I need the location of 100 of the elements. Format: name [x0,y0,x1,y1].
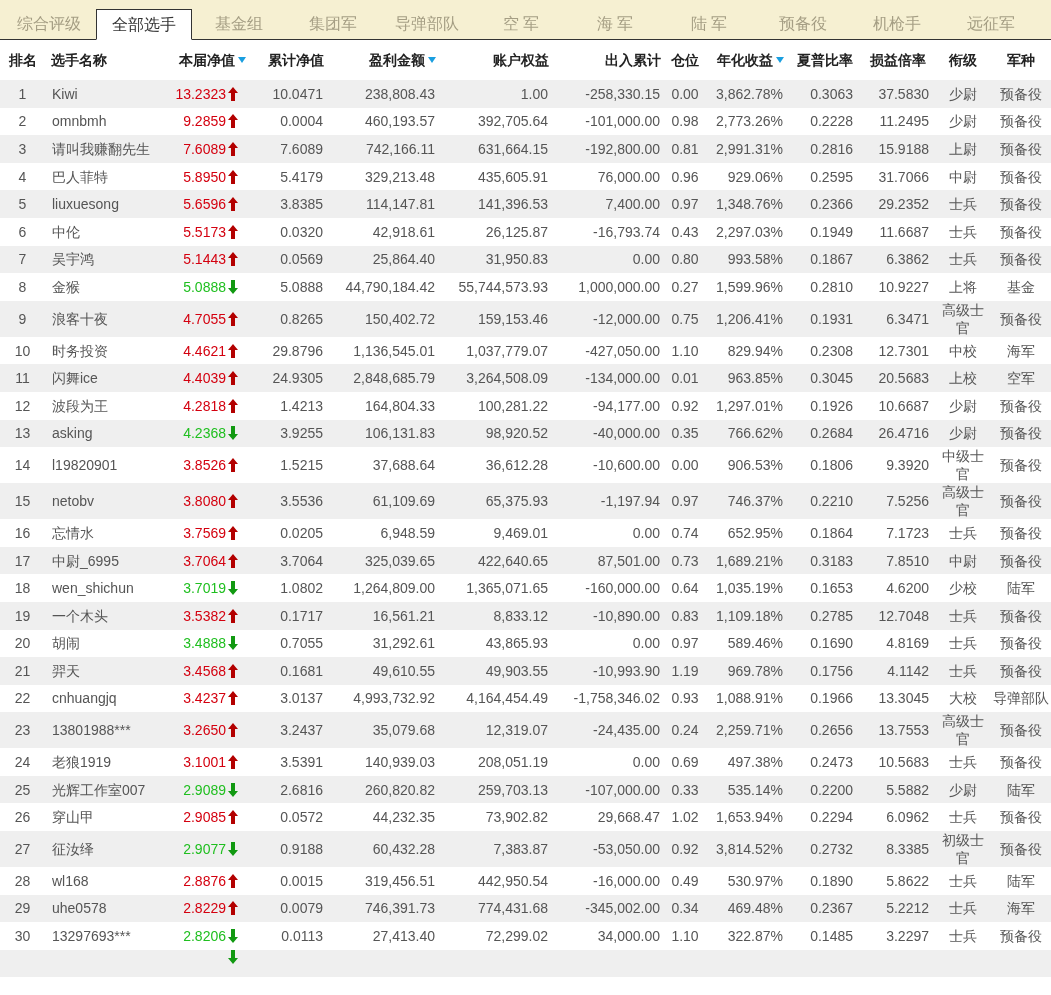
flow-cell: -160,000.00 [585,579,660,598]
tab[interactable]: 机枪手 [850,8,944,39]
profit-loss-ratio: 10.9227 [878,277,929,296]
flow-cell: -427,050.00 [585,341,660,360]
sharpe-ratio: 0.1890 [810,871,853,890]
tab[interactable]: 陆 军 [662,8,756,39]
sharpe-ratio: 0.2228 [810,112,853,131]
branch-cell: 预备役 [999,195,1042,214]
profit-cell: 329,213.48 [364,167,435,186]
net-value: 3.7569 [183,523,226,542]
net-value: 3.7064 [183,551,226,570]
tab[interactable]: 预备役 [756,8,850,39]
profit-loss-ratio: 6.3862 [886,250,929,269]
profit-loss-ratio: 5.2212 [886,899,929,918]
net-value: 5.1443 [183,250,226,269]
profit-cell: 150,402.72 [364,309,435,328]
player-name: cnhuangjq [52,689,117,708]
cumulative-value: 0.9188 [280,840,323,859]
annual-return: 3,862.78% [716,84,783,103]
column-header[interactable]: 本届净值 [179,49,246,71]
cumulative-value: 1.0802 [280,579,323,598]
grade-cell: 士兵 [948,195,977,214]
tab[interactable]: 空 军 [474,8,568,39]
grade-cell: 少尉 [948,780,977,799]
position-cell: 0.97 [671,492,699,511]
rank-cell: 18 [14,579,31,598]
branch-cell: 预备役 [999,112,1042,131]
sort-icon[interactable] [776,57,784,63]
cumulative-value: 3.7064 [280,551,323,570]
profit-loss-ratio: 8.3385 [886,840,929,859]
branch-cell: 导弹部队 [992,689,1049,708]
tab[interactable]: 综合评级 [2,8,96,39]
tab[interactable]: 远征军 [944,8,1038,39]
cumulative-value: 0.0113 [281,927,323,946]
cumulative-value: 0.1717 [280,606,323,625]
rank-cell: 10 [14,341,31,360]
annual-return: 746.37% [727,492,783,511]
position-cell: 0.34 [671,899,699,918]
branch-cell: 预备役 [999,250,1042,269]
annual-return: 3,814.52% [716,840,783,859]
branch-cell: 预备役 [999,140,1042,158]
tab[interactable]: 基金组 [192,8,286,39]
cumulative-value: 7.6089 [280,140,323,158]
branch-cell: 预备役 [999,523,1042,542]
tab[interactable]: 集团军 [286,8,380,39]
grade-cell: 少尉 [948,84,977,103]
net-value: 3.8080 [183,492,226,511]
equity-cell: 392,705.64 [477,112,548,131]
flow-cell: -10,890.00 [593,606,660,625]
branch-cell: 预备役 [999,167,1042,186]
column-header[interactable]: 年化收益 [717,49,784,71]
column-header[interactable]: 盈利金额 [369,49,436,71]
annual-return: 2,773.26% [716,112,783,131]
profit-cell: 60,432.28 [372,840,435,859]
annual-return: 1,348.76% [716,195,783,214]
player-name: 中尉_6995 [52,551,119,570]
profit-cell: 238,808.43 [364,84,435,103]
sharpe-ratio: 0.1864 [810,523,853,542]
sharpe-ratio: 0.3063 [810,84,853,103]
rank-cell: 4 [18,167,27,186]
column-header: 选手名称 [51,50,107,70]
sort-icon[interactable] [428,57,436,63]
position-cell: 0.81 [671,140,699,158]
sharpe-ratio: 0.2294 [810,808,853,827]
rank-cell: 26 [14,808,31,827]
equity-cell: 43,865.93 [485,634,548,653]
cumulative-value: 0.0004 [280,112,323,131]
flow-cell: -101,000.00 [585,112,660,131]
profit-cell: 6,948.59 [380,523,435,542]
tab[interactable]: 导弹部队 [380,8,474,39]
position-cell: 0.97 [671,195,699,214]
flow-cell: -134,000.00 [585,369,660,388]
profit-loss-ratio: 7.5256 [886,492,929,511]
flow-cell: 0.00 [632,250,660,269]
player-name: netobv [52,492,95,511]
player-name: 光辉工作室007 [52,780,146,799]
grade-cell: 士兵 [948,523,977,542]
equity-cell: 8,833.12 [493,606,548,625]
annual-return: 1,206.41% [716,309,783,328]
grade-cell: 少校 [948,579,977,598]
sort-icon[interactable] [238,57,246,63]
position-cell: 1.02 [671,808,699,827]
net-value: 2.8206 [183,927,226,946]
profit-loss-ratio: 12.7048 [878,606,929,625]
tab[interactable]: 全部选手 [96,9,192,40]
profit-loss-ratio: 4.6200 [886,579,929,598]
player-name: liuxuesong [52,195,119,214]
equity-cell: 73,902.82 [485,808,548,827]
profit-loss-ratio: 13.7553 [878,721,929,740]
tab[interactable]: 海 军 [568,8,662,39]
net-value: 2.8876 [183,871,226,890]
branch-cell: 预备役 [999,721,1042,740]
rank-cell: 21 [14,661,31,680]
annual-return: 993.58% [727,250,783,269]
annual-return: 322.87% [727,927,783,946]
cumulative-value: 3.8385 [280,195,323,214]
cumulative-value: 3.2437 [280,721,323,740]
player-name: l19820901 [52,456,118,475]
player-name: 时务投资 [52,341,108,360]
player-name: 忘情水 [52,523,94,542]
